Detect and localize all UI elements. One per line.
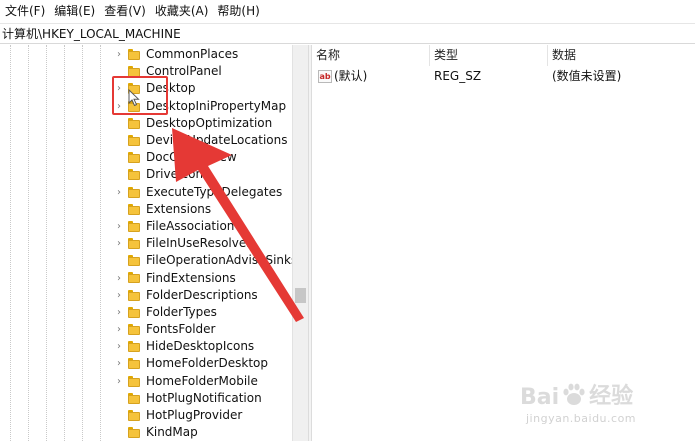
- tree-node[interactable]: › FindExtensions: [0, 269, 292, 286]
- address-bar[interactable]: 计算机\HKEY_LOCAL_MACHINE: [0, 23, 695, 44]
- menu-view[interactable]: 查看(V): [101, 0, 152, 22]
- folder-icon: [128, 238, 140, 250]
- value-name: (默认): [334, 69, 368, 83]
- folder-icon: [128, 324, 140, 335]
- tree-node[interactable]: Extensions: [0, 201, 292, 218]
- tree-node[interactable]: FileOperationAdviseSinks: [0, 252, 297, 269]
- folder-icon: [128, 117, 140, 129]
- tree-node-label: CommonPlaces: [146, 47, 239, 62]
- folder-icon: [128, 341, 140, 353]
- watermark-brand-suffix: 经验: [589, 384, 634, 409]
- column-header-type[interactable]: 类型: [430, 45, 548, 66]
- folder-icon: [128, 152, 140, 164]
- tree-node[interactable]: › FileInUseResolver: [0, 235, 292, 252]
- tree-node-label: HomeFolderMobile: [146, 373, 258, 388]
- tree-node-label: DriveIcons: [146, 167, 210, 182]
- tree-node[interactable]: › FolderDescriptions: [0, 287, 292, 304]
- chevron-right-icon[interactable]: ›: [114, 338, 124, 355]
- tree-node-label: FolderDescriptions: [146, 287, 258, 302]
- list-header: 名称 类型 数据: [312, 45, 695, 66]
- watermark-url: jingyan.baidu.com: [526, 412, 637, 425]
- tree-node[interactable]: KindMap: [0, 424, 292, 441]
- tree-scrollbar[interactable]: [292, 45, 308, 441]
- tree-node[interactable]: › FileAssociation: [0, 218, 292, 235]
- folder-icon: [128, 289, 140, 301]
- tree-node[interactable]: › HomeFolderDesktop: [0, 355, 292, 372]
- tree-node[interactable]: DesktopOptimization: [0, 115, 292, 132]
- baidu-jingyan-watermark: Bai 经验 jingyan.baidu.com: [520, 372, 690, 434]
- tree-node-label: DocObjectView: [146, 150, 237, 165]
- tree-node[interactable]: › FolderTypes: [0, 304, 292, 321]
- chevron-right-icon[interactable]: ›: [114, 235, 124, 252]
- tree-node-label: ExecuteTypeDelegates: [146, 184, 283, 199]
- folder-icon: [128, 203, 140, 215]
- tree-node[interactable]: DeviceUpdateLocations: [0, 132, 292, 149]
- chevron-right-icon[interactable]: ›: [114, 46, 124, 63]
- value-row[interactable]: ab (默认) REG_SZ (数值未设置): [312, 68, 695, 85]
- chevron-right-icon[interactable]: ›: [114, 287, 124, 304]
- tree-node[interactable]: › HideDesktopIcons: [0, 338, 292, 355]
- tree-node-label: HotPlugProvider: [146, 408, 243, 423]
- folder-icon: [128, 427, 140, 439]
- menu-favorites[interactable]: 收藏夹(A): [152, 0, 215, 22]
- tree-node[interactable]: DocObjectView: [0, 149, 292, 166]
- tree-node-label: FolderTypes: [146, 304, 217, 319]
- folder-icon: [128, 134, 140, 146]
- paw-icon: [563, 383, 585, 405]
- tree-node-label: HomeFolderDesktop: [146, 356, 269, 371]
- folder-icon: [128, 220, 140, 232]
- folder-icon: [128, 272, 140, 284]
- tree-node-label: HotPlugNotification: [146, 390, 262, 405]
- string-value-icon: ab: [318, 70, 332, 83]
- folder-icon: [128, 409, 140, 421]
- menu-help[interactable]: 帮助(H): [214, 0, 265, 22]
- menu-file[interactable]: 文件(F): [2, 0, 51, 22]
- folder-icon: [128, 169, 140, 181]
- menu-edit[interactable]: 编辑(E): [51, 0, 101, 22]
- scrollbar-thumb[interactable]: [295, 288, 306, 303]
- folder-icon: [128, 255, 140, 267]
- chevron-right-icon[interactable]: ›: [114, 304, 124, 321]
- tree-node-label: FileInUseResolver: [146, 236, 252, 251]
- folder-icon: [128, 49, 140, 60]
- tree-node[interactable]: › HomeFolderMobile: [0, 373, 292, 390]
- chevron-right-icon[interactable]: ›: [114, 218, 124, 235]
- value-data: (数值未设置): [552, 69, 622, 83]
- column-header-data[interactable]: 数据: [548, 45, 695, 66]
- folder-icon: [128, 375, 140, 387]
- tree-node-label: Extensions: [146, 201, 212, 216]
- folder-icon: [128, 392, 140, 404]
- tree-node[interactable]: › CommonPlaces: [0, 46, 292, 63]
- tree-node[interactable]: › FontsFolder: [0, 321, 292, 338]
- tree-node-label: FileAssociation: [146, 218, 235, 233]
- watermark-brand: Bai: [520, 385, 560, 410]
- tree-node-label: DeviceUpdateLocations: [146, 133, 288, 148]
- chevron-right-icon[interactable]: ›: [114, 321, 124, 338]
- mouse-pointer-icon: [128, 89, 140, 107]
- chevron-right-icon[interactable]: ›: [114, 184, 124, 201]
- folder-icon: [128, 358, 140, 370]
- folder-icon: [128, 186, 140, 198]
- tree-node-label: FindExtensions: [146, 270, 236, 285]
- tree-node[interactable]: HotPlugNotification: [0, 390, 292, 407]
- column-header-name[interactable]: 名称: [312, 45, 430, 66]
- folder-icon: [128, 306, 140, 318]
- tree-node-label: HideDesktopIcons: [146, 339, 255, 354]
- tree-node-label: FontsFolder: [146, 322, 216, 337]
- tree-node[interactable]: › ExecuteTypeDelegates: [0, 184, 292, 201]
- tree-node-label: DesktopOptimization: [146, 115, 273, 130]
- chevron-right-icon[interactable]: ›: [114, 373, 124, 390]
- tree-node[interactable]: DriveIcons: [0, 166, 292, 183]
- watermark-logo: Bai 经验: [520, 376, 633, 410]
- tree-node-label: FileOperationAdviseSinks: [146, 253, 298, 268]
- tree-node-label: KindMap: [146, 425, 198, 440]
- chevron-right-icon[interactable]: ›: [114, 355, 124, 372]
- tree-node[interactable]: HotPlugProvider: [0, 407, 292, 424]
- menu-bar: 文件(F) 编辑(E) 查看(V) 收藏夹(A) 帮助(H): [0, 0, 695, 22]
- value-type: REG_SZ: [434, 69, 482, 83]
- chevron-right-icon[interactable]: ›: [114, 270, 124, 287]
